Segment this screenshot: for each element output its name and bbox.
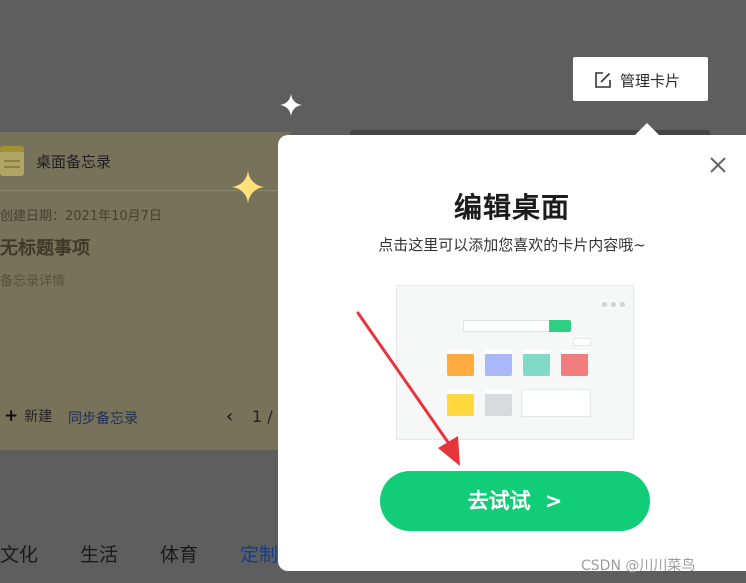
edit-icon (595, 72, 611, 88)
preview-tile (561, 350, 588, 376)
memo-item-detail[interactable]: 备忘录详情 (0, 270, 65, 289)
plus-icon: + (4, 406, 19, 426)
tab-custom[interactable]: 定制 (240, 540, 278, 567)
red-arrow-icon (356, 311, 460, 466)
preview-tile (523, 350, 550, 376)
sync-memo-button[interactable]: 同步备忘录 (68, 408, 138, 428)
popover-subtitle: 点击这里可以添加您喜欢的卡片内容哦~ (378, 236, 646, 254)
try-it-label: 去试试 (467, 489, 531, 513)
memo-item-title[interactable]: 无标题事项 (0, 234, 90, 260)
tab-sports[interactable]: 体育 (160, 540, 198, 567)
chevron-right-icon: > (544, 489, 563, 513)
tab-life[interactable]: 生活 (80, 540, 118, 567)
memo-card-footer: + 新建 同步备忘录 ‹ 1 / (0, 402, 290, 434)
memo-card-title: 桌面备忘录 (36, 153, 112, 171)
sparkle-white-icon (280, 94, 302, 116)
popover-title: 编辑桌面 (453, 191, 570, 224)
manage-cards-button[interactable]: 管理卡片 (573, 57, 708, 101)
try-it-button[interactable]: 去试试 > (380, 471, 650, 531)
preview-search-bar (463, 320, 551, 332)
tab-culture[interactable]: 文化 (0, 540, 38, 567)
window-dots (598, 292, 625, 311)
preview-tile (485, 390, 512, 416)
manage-cards-label: 管理卡片 (620, 72, 681, 90)
memo-date: 创建日期：2021年10月7日 (0, 209, 162, 224)
new-memo-label: 新建 (24, 409, 53, 425)
page-indicator: 1 / (252, 407, 273, 426)
edit-desktop-popover: 编辑桌面 点击这里可以添加您喜欢的卡片内容哦~ 去试试 > (278, 135, 746, 571)
preview-wide-tile (521, 389, 591, 417)
notebook-icon (0, 146, 24, 176)
chevron-left-icon[interactable]: ‹ (226, 406, 233, 427)
preview-small-tile (573, 338, 591, 346)
preview-search-button (549, 320, 571, 332)
new-memo-button[interactable]: + 新建 (4, 406, 52, 426)
sparkle-yellow-icon (232, 171, 264, 203)
preview-tile (485, 350, 512, 376)
close-icon[interactable] (707, 154, 729, 176)
watermark: CSDN @川川菜鸟 (581, 558, 696, 574)
